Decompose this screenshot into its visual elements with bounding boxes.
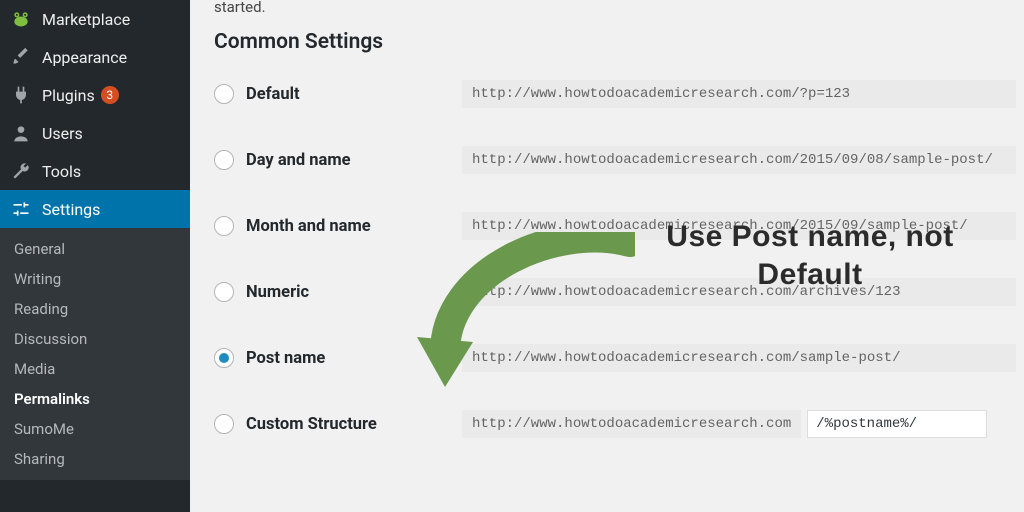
radio-icon — [214, 84, 234, 104]
example-url: http://www.howtodoacademicresearch.com/2… — [462, 146, 1016, 174]
custom-url-prefix: http://www.howtodoacademicresearch.com — [462, 410, 801, 438]
example-url: http://www.howtodoacademicresearch.com/s… — [462, 344, 1016, 372]
sidebar-item-users[interactable]: Users — [0, 114, 190, 152]
permalink-option-custom: Custom Structure http://www.howtodoacade… — [214, 410, 1024, 438]
sidebar-item-label: Users — [42, 124, 83, 143]
example-url: http://www.howtodoacademicresearch.com/?… — [462, 80, 1016, 108]
update-badge: 3 — [101, 86, 119, 104]
option-label: Numeric — [246, 283, 309, 302]
option-label: Month and name — [246, 217, 371, 236]
users-icon — [10, 122, 32, 144]
submenu-item-general[interactable]: General — [0, 234, 190, 264]
sidebar-item-marketplace[interactable]: Marketplace — [0, 0, 190, 38]
radio-icon — [214, 216, 234, 236]
wrench-icon — [10, 160, 32, 182]
radio-day-name[interactable]: Day and name — [214, 150, 462, 170]
sidebar-item-label: Settings — [42, 200, 100, 219]
sidebar-item-plugins[interactable]: Plugins 3 — [0, 76, 190, 114]
submenu-item-reading[interactable]: Reading — [0, 294, 190, 324]
section-title: Common Settings — [214, 30, 1024, 54]
sidebar-item-settings[interactable]: Settings — [0, 190, 190, 228]
custom-structure-input[interactable] — [807, 410, 987, 438]
permalink-option-month-name: Month and name http://www.howtodoacademi… — [214, 212, 1024, 240]
submenu-item-permalinks[interactable]: Permalinks — [0, 384, 190, 414]
option-label: Default — [246, 85, 300, 104]
permalink-option-day-name: Day and name http://www.howtodoacademicr… — [214, 146, 1024, 174]
example-url: http://www.howtodoacademicresearch.com/2… — [462, 212, 1016, 240]
sidebar-item-label: Appearance — [42, 48, 127, 67]
radio-post-name[interactable]: Post name — [214, 348, 462, 368]
submenu-item-sumome[interactable]: SumoMe — [0, 414, 190, 444]
submenu-item-media[interactable]: Media — [0, 354, 190, 384]
radio-month-name[interactable]: Month and name — [214, 216, 462, 236]
permalink-option-default: Default http://www.howtodoacademicresear… — [214, 80, 1024, 108]
submenu-item-sharing[interactable]: Sharing — [0, 444, 190, 474]
admin-sidebar: Marketplace Appearance Plugins 3 Users T… — [0, 0, 190, 512]
settings-submenu: General Writing Reading Discussion Media… — [0, 228, 190, 480]
frog-icon — [10, 8, 32, 30]
example-url: http://www.howtodoacademicresearch.com/a… — [462, 278, 1016, 306]
sidebar-item-label: Plugins — [42, 86, 95, 105]
sidebar-item-label: Tools — [42, 162, 81, 181]
sliders-icon — [10, 198, 32, 220]
radio-numeric[interactable]: Numeric — [214, 282, 462, 302]
submenu-item-discussion[interactable]: Discussion — [0, 324, 190, 354]
sidebar-item-appearance[interactable]: Appearance — [0, 38, 190, 76]
plug-icon — [10, 84, 32, 106]
radio-icon — [214, 348, 234, 368]
option-label: Day and name — [246, 151, 351, 170]
radio-icon — [214, 414, 234, 434]
radio-icon — [214, 150, 234, 170]
submenu-item-writing[interactable]: Writing — [0, 264, 190, 294]
permalink-option-post-name: Post name http://www.howtodoacademicrese… — [214, 344, 1024, 372]
brush-icon — [10, 46, 32, 68]
radio-custom[interactable]: Custom Structure — [214, 414, 462, 434]
main-panel: started. Common Settings Default http://… — [190, 0, 1024, 512]
option-label: Post name — [246, 349, 325, 368]
sidebar-item-tools[interactable]: Tools — [0, 152, 190, 190]
sidebar-item-label: Marketplace — [42, 10, 130, 29]
permalink-option-numeric: Numeric http://www.howtodoacademicresear… — [214, 278, 1024, 306]
radio-icon — [214, 282, 234, 302]
radio-default[interactable]: Default — [214, 84, 462, 104]
option-label: Custom Structure — [246, 415, 377, 434]
intro-fragment: started. — [214, 0, 1024, 16]
